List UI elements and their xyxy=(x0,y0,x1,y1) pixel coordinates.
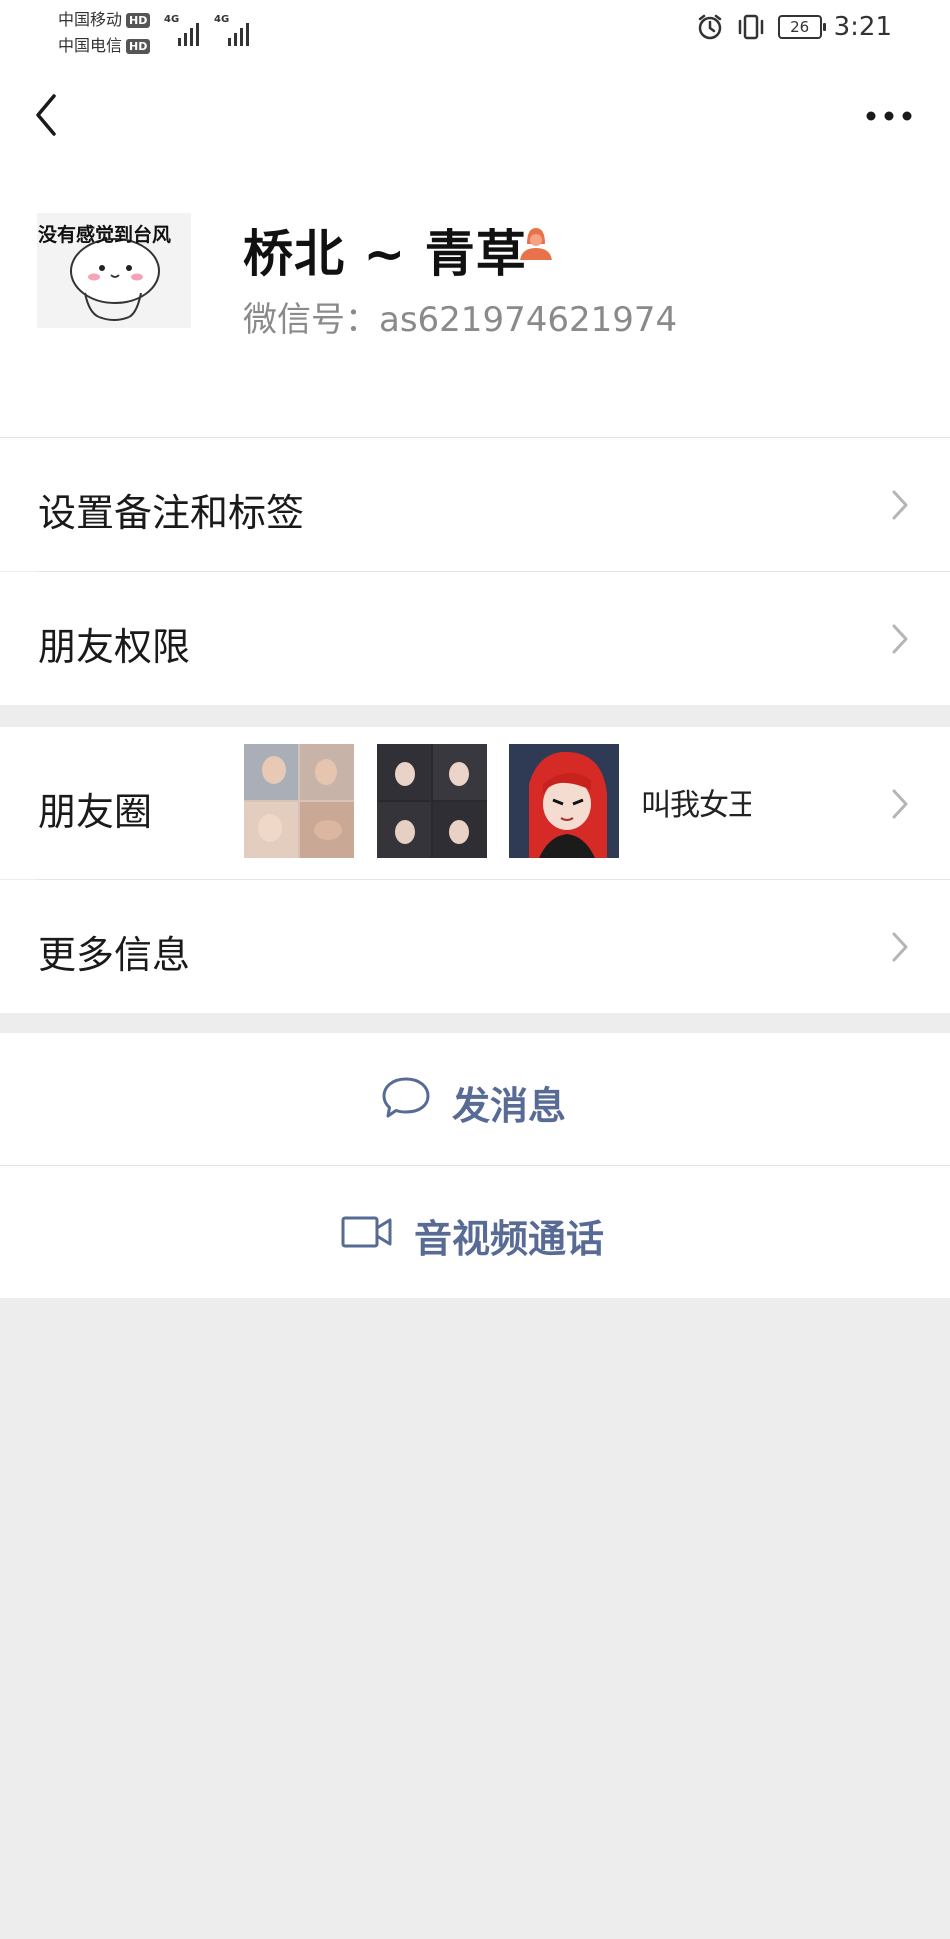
battery-icon: 26 xyxy=(777,15,826,39)
more-info-row[interactable]: 更多信息 xyxy=(0,880,950,1013)
moments-label: 朋友圈 xyxy=(38,790,153,834)
moments-thumb-2 xyxy=(377,744,487,858)
status-bar: 中国移动 HD 中国电信 HD 4G 4G 26 3:21 xyxy=(0,0,950,60)
network-2-label: 4G xyxy=(214,14,230,25)
more-options-icon[interactable] xyxy=(864,104,914,128)
friend-permissions-label: 朋友权限 xyxy=(38,625,191,669)
chat-bubble-icon xyxy=(382,1077,430,1118)
av-call-label: 音视频通话 xyxy=(414,1217,605,1261)
send-message-button[interactable]: 发消息 xyxy=(0,1033,950,1165)
contact-nickname: 桥北 ~ 青草 xyxy=(243,225,527,283)
carrier-2: 中国电信 HD xyxy=(58,32,151,56)
chevron-right-icon xyxy=(892,490,908,520)
carrier-1-label: 中国移动 xyxy=(58,10,123,29)
moments-thumb-4-text: 叫我女王 xyxy=(641,788,751,823)
moments-thumb-4: 叫我女王 xyxy=(641,744,751,858)
remarks-tags-row[interactable]: 设置备注和标签 xyxy=(0,438,950,571)
chevron-right-icon xyxy=(892,932,908,962)
vibrate-icon xyxy=(738,14,763,40)
status-right-group: 26 3:21 xyxy=(696,12,892,42)
video-call-icon xyxy=(341,1216,392,1248)
send-message-label: 发消息 xyxy=(452,1084,567,1128)
network-1-label: 4G xyxy=(164,14,180,25)
wechat-id: 微信号：as621974621974 xyxy=(243,300,678,340)
carrier-2-label: 中国电信 xyxy=(58,36,123,55)
friend-permissions-row[interactable]: 朋友权限 xyxy=(0,572,950,705)
moments-thumb-3 xyxy=(509,744,619,858)
hd-badge: HD xyxy=(126,39,151,54)
chevron-right-icon xyxy=(892,789,908,819)
clock-time: 3:21 xyxy=(833,12,892,42)
moments-thumb-1 xyxy=(244,744,354,858)
back-arrow-icon[interactable] xyxy=(28,90,68,140)
more-info-label: 更多信息 xyxy=(38,933,191,977)
chevron-right-icon xyxy=(892,624,908,654)
avatar-caption: 没有感觉到台风 xyxy=(38,224,172,246)
carrier-1: 中国移动 HD xyxy=(58,6,151,30)
av-call-button[interactable]: 音视频通话 xyxy=(0,1166,950,1298)
battery-level: 26 xyxy=(790,18,810,36)
alarm-icon xyxy=(698,14,721,40)
hd-badge: HD xyxy=(126,13,151,28)
remarks-tags-label: 设置备注和标签 xyxy=(38,491,305,535)
female-gender-icon xyxy=(520,228,552,260)
